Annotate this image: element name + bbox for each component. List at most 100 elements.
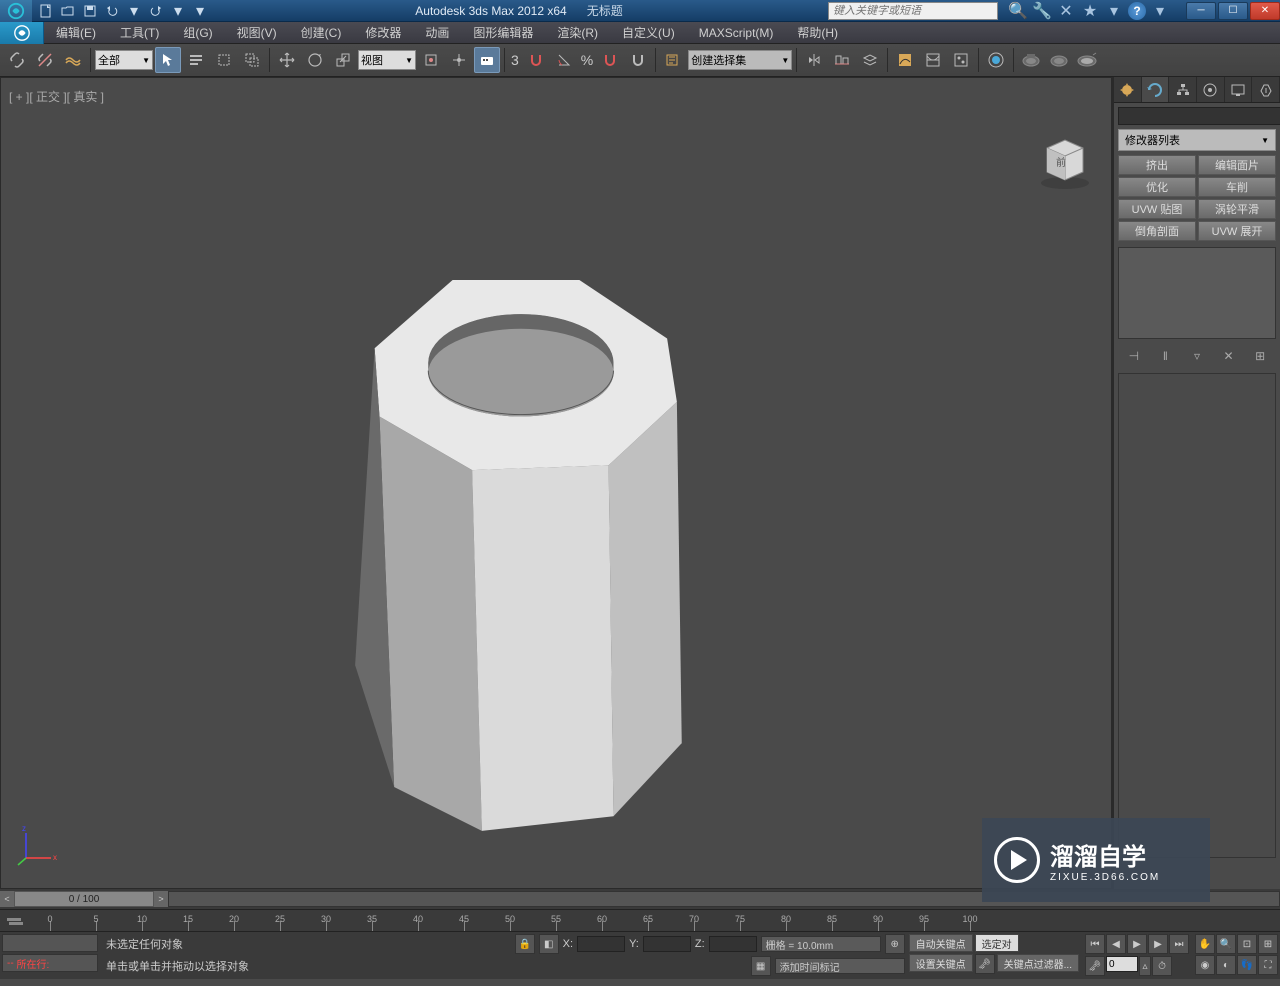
mod-btn-extrude[interactable]: 挤出: [1118, 155, 1196, 175]
menu-maxscript[interactable]: MAXScript(M): [687, 22, 786, 44]
render-setup-icon[interactable]: [983, 47, 1009, 73]
menu-views[interactable]: 视图(V): [225, 22, 289, 44]
menu-group[interactable]: 组(G): [171, 22, 224, 44]
x-input[interactable]: [577, 936, 625, 952]
key-mode-icon[interactable]: 🗝: [975, 954, 995, 974]
configure-sets-icon[interactable]: ⊞: [1251, 347, 1269, 365]
move-icon[interactable]: [274, 47, 300, 73]
tab-create[interactable]: [1114, 77, 1142, 102]
orbit-icon[interactable]: ◉: [1195, 955, 1215, 975]
menu-help[interactable]: 帮助(H): [785, 22, 850, 44]
script-listener-line2[interactable]: -- 所在行:: [2, 954, 98, 972]
mod-btn-optimize[interactable]: 优化: [1118, 177, 1196, 197]
selection-filter-dropdown[interactable]: 全部▼: [95, 50, 153, 70]
help-dd-icon[interactable]: ▾: [1150, 2, 1170, 20]
open-icon[interactable]: [58, 2, 78, 20]
pivot-center-icon[interactable]: [418, 47, 444, 73]
manipulate-icon[interactable]: [446, 47, 472, 73]
maximize-button[interactable]: ☐: [1218, 2, 1248, 20]
frame-spinner-icon[interactable]: ▵: [1139, 956, 1151, 976]
menu-graph[interactable]: 图形编辑器: [461, 22, 545, 44]
refcoord-dropdown[interactable]: 视图▼: [358, 50, 416, 70]
time-next-button[interactable]: >: [154, 891, 168, 907]
pin-stack-icon[interactable]: ⊣: [1125, 347, 1143, 365]
render-prod-icon[interactable]: [1046, 47, 1072, 73]
render-frame-icon[interactable]: [1018, 47, 1044, 73]
menu-animation[interactable]: 动画: [413, 22, 461, 44]
named-selection-dropdown[interactable]: 创建选择集▼: [688, 50, 792, 70]
redo-dd-icon[interactable]: ▾: [168, 2, 188, 20]
binoculars-icon[interactable]: 🔍: [1008, 2, 1028, 20]
new-icon[interactable]: [36, 2, 56, 20]
fov-icon[interactable]: ◐: [1216, 955, 1236, 975]
menu-create[interactable]: 创建(C): [289, 22, 354, 44]
menu-tools[interactable]: 工具(T): [108, 22, 171, 44]
mod-btn-uvwmap[interactable]: UVW 贴图: [1118, 199, 1196, 219]
prev-frame-icon[interactable]: ◀: [1106, 934, 1126, 954]
title-dd-icon[interactable]: ▾: [1104, 2, 1124, 20]
play-icon[interactable]: ▶: [1127, 934, 1147, 954]
layers-icon[interactable]: [857, 47, 883, 73]
undo-icon[interactable]: [102, 2, 122, 20]
ruler-ticks[interactable]: 0510152025303540455055606570758085909510…: [30, 911, 1110, 931]
modifier-list-dropdown[interactable]: 修改器列表▼: [1118, 129, 1276, 151]
mod-btn-turbosmooth[interactable]: 涡轮平滑: [1198, 199, 1276, 219]
goto-start-icon[interactable]: ⏮: [1085, 934, 1105, 954]
key-mode-toggle-icon[interactable]: 🗝: [1085, 956, 1105, 976]
scale-icon[interactable]: [330, 47, 356, 73]
z-input[interactable]: [709, 936, 757, 952]
time-tag-icon[interactable]: ▦: [751, 956, 771, 976]
mod-btn-uvwunwrap[interactable]: UVW 展开: [1198, 221, 1276, 241]
curve-editor-icon[interactable]: [892, 47, 918, 73]
qat-more-icon[interactable]: ▾: [190, 2, 210, 20]
help-icon[interactable]: ?: [1128, 2, 1146, 20]
next-frame-icon[interactable]: ▶: [1148, 934, 1168, 954]
undo-dd-icon[interactable]: ▾: [124, 2, 144, 20]
select-object-icon[interactable]: [155, 47, 181, 73]
zoom-region-icon[interactable]: ⊞: [1258, 934, 1278, 954]
script-listener-line1[interactable]: [2, 934, 98, 952]
rect-select-icon[interactable]: [211, 47, 237, 73]
isolate-icon[interactable]: ◧: [539, 934, 559, 954]
mirror-icon[interactable]: [801, 47, 827, 73]
rotate-icon[interactable]: [302, 47, 328, 73]
zoom-icon[interactable]: 🔍: [1216, 934, 1236, 954]
render-icon[interactable]: [1074, 47, 1100, 73]
show-end-result-icon[interactable]: ‖: [1156, 347, 1174, 365]
schematic-view-icon[interactable]: [920, 47, 946, 73]
lock-selection-icon[interactable]: 🔒: [515, 934, 535, 954]
modifier-stack[interactable]: [1118, 247, 1276, 339]
app-icon[interactable]: [0, 0, 32, 22]
viewport-label[interactable]: [ + ][ 正交 ][ 真实 ]: [9, 88, 104, 105]
angle-snap-icon[interactable]: [551, 47, 577, 73]
keyboard-shortcut-icon[interactable]: [474, 47, 500, 73]
percent-snap-icon[interactable]: [597, 47, 623, 73]
remove-modifier-icon[interactable]: ✕: [1220, 347, 1238, 365]
spinner-snap-icon[interactable]: [625, 47, 651, 73]
goto-end-icon[interactable]: ⏭: [1169, 934, 1189, 954]
key-icon[interactable]: 🔧: [1032, 2, 1052, 20]
trackbar-toggle-icon[interactable]: [0, 911, 30, 931]
mod-btn-bevelprofile[interactable]: 倒角剖面: [1118, 221, 1196, 241]
align-icon[interactable]: [829, 47, 855, 73]
tab-motion[interactable]: [1197, 77, 1225, 102]
add-time-tag[interactable]: 添加时间标记: [775, 958, 905, 974]
viewcube[interactable]: 前: [1037, 128, 1087, 178]
tab-display[interactable]: [1225, 77, 1253, 102]
key-filters-button[interactable]: 关键点过滤器...: [997, 954, 1079, 972]
application-menu-button[interactable]: [0, 22, 44, 44]
mod-btn-lathe[interactable]: 车削: [1198, 177, 1276, 197]
menu-modifiers[interactable]: 修改器: [353, 22, 413, 44]
mod-btn-editpatch[interactable]: 编辑面片: [1198, 155, 1276, 175]
tab-hierarchy[interactable]: [1169, 77, 1197, 102]
tab-modify[interactable]: [1142, 77, 1170, 102]
tab-utilities[interactable]: [1252, 77, 1280, 102]
make-unique-icon[interactable]: ▿: [1188, 347, 1206, 365]
exchange-icon[interactable]: ✕: [1056, 2, 1076, 20]
help-search-input[interactable]: [828, 2, 998, 20]
window-crossing-icon[interactable]: [239, 47, 265, 73]
y-input[interactable]: [643, 936, 691, 952]
time-prev-button[interactable]: <: [0, 891, 14, 907]
bind-spacewarp-icon[interactable]: [60, 47, 86, 73]
selected-button[interactable]: 选定对: [975, 934, 1019, 952]
